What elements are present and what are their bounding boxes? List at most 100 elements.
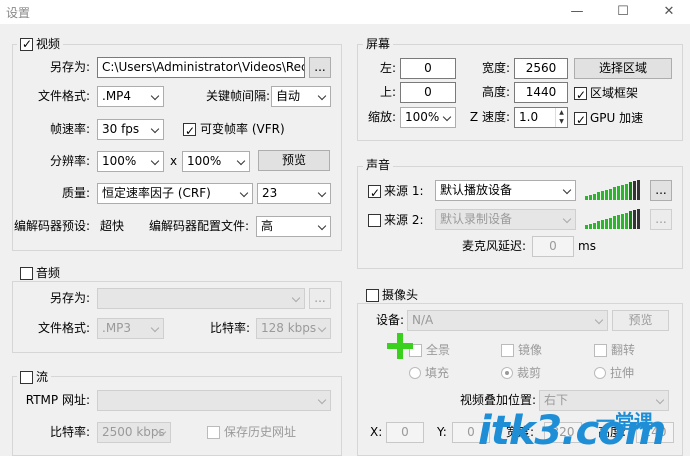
source1-browse-button[interactable]: ... [650, 180, 672, 201]
keyframe-select[interactable]: 自动 [271, 86, 331, 107]
cam-y-label: Y: [437, 425, 447, 439]
crop-radio[interactable] [501, 367, 513, 379]
audio-group-header[interactable]: 音频 [17, 265, 64, 281]
audio-browse-button[interactable]: ... [309, 288, 331, 309]
rtmp-url-select[interactable] [97, 390, 331, 411]
video-group-header[interactable]: 视频 [17, 36, 64, 52]
level-bar [629, 182, 632, 200]
audio-bitrate-select[interactable]: 128 kbps [256, 318, 331, 339]
gpu-label: GPU 加速 [590, 111, 644, 125]
gpu-checkbox[interactable] [574, 110, 587, 130]
source1-checkbox[interactable] [368, 183, 381, 203]
level-bar [597, 221, 600, 229]
z-speed-spinner[interactable]: 1.0 ▲ ▼ [514, 107, 568, 128]
width-label: 宽度: [481, 61, 510, 75]
stream-bitrate-label: 比特率: [49, 425, 90, 439]
camera-preview-button[interactable]: 预览 [612, 310, 669, 331]
select-area-button[interactable]: 选择区域 [574, 58, 672, 79]
level-bar [617, 215, 620, 229]
fill-label: 填充 [425, 366, 450, 380]
level-bar [621, 185, 624, 200]
level-bar [613, 216, 616, 229]
fill-radio[interactable] [409, 367, 421, 379]
fill-option[interactable]: 填充 [409, 363, 449, 383]
audio-enable-checkbox[interactable] [20, 266, 33, 280]
camera-group-header[interactable]: 摄像头 [363, 287, 422, 303]
minimize-button[interactable]: — [566, 2, 588, 22]
stream-group-title: 流 [36, 370, 49, 384]
camera-enable-checkbox[interactable] [366, 288, 379, 302]
level-bar [637, 180, 640, 200]
save-history-checkbox[interactable] [207, 425, 220, 439]
save-history-option[interactable]: 保存历史网址 [207, 422, 296, 442]
height-field[interactable]: 1440 [514, 82, 568, 103]
audio-format-label: 文件格式: [37, 321, 90, 335]
scale-select[interactable]: 100% [400, 107, 456, 128]
fps-select[interactable]: 30 fps [97, 119, 164, 140]
video-browse-button[interactable]: ... [309, 57, 331, 78]
mic-delay-unit: ms [578, 239, 596, 253]
spinner-arrows-icon[interactable]: ▲ ▼ [555, 108, 567, 127]
video-save-path-field[interactable]: C:\Users\Administrator\Videos\Rec <nu [97, 57, 305, 78]
crop-option[interactable]: 裁剪 [501, 363, 541, 383]
flip-option[interactable]: 翻转 [594, 340, 635, 360]
audio-save-as-label: 另存为: [49, 291, 90, 305]
audio-bitrate-label: 比特率: [209, 321, 250, 335]
source2-label: 来源 2: [384, 213, 424, 227]
mirror-checkbox[interactable] [501, 343, 514, 357]
cam-x-label: X: [370, 425, 383, 439]
source2-checkbox[interactable] [368, 213, 381, 227]
codec-profile-select[interactable]: 高 [256, 216, 331, 237]
quality-select[interactable]: 恒定速率因子 (CRF) [97, 183, 253, 204]
close-button[interactable]: ✕ [658, 2, 680, 22]
frame-option[interactable]: 区域框架 [574, 83, 638, 105]
source2-browse-button[interactable]: ... [650, 209, 672, 230]
resolution-width-select[interactable]: 100% [97, 151, 164, 172]
flip-checkbox[interactable] [594, 343, 607, 357]
stream-enable-checkbox[interactable] [20, 370, 33, 384]
mirror-option[interactable]: 镜像 [501, 340, 542, 360]
source2-option[interactable]: 来源 2: [368, 210, 424, 230]
crf-select[interactable]: 23 [257, 183, 331, 204]
left-field[interactable]: 0 [400, 58, 456, 79]
watermark-side-text: 一堂课 [596, 411, 654, 433]
width-field[interactable]: 2560 [514, 58, 568, 79]
mic-delay-field[interactable]: 0 [532, 236, 574, 257]
stream-bitrate-select[interactable]: 2500 kbps [97, 422, 171, 443]
vfr-option[interactable]: 可变帧率 (VFR) [183, 119, 285, 141]
source2-select[interactable]: 默认录制设备 [435, 209, 576, 230]
level-bar [585, 225, 588, 229]
fullscreen-option[interactable]: 全景 [409, 340, 450, 360]
rtmp-label: RTMP 网址: [25, 393, 90, 407]
codec-profile-label: 编解码器配置文件: [149, 219, 250, 233]
mic-delay-label: 麦克风延迟: [461, 239, 526, 253]
vfr-checkbox[interactable] [183, 121, 196, 141]
frame-checkbox[interactable] [574, 85, 587, 105]
gpu-option[interactable]: GPU 加速 [574, 108, 644, 130]
source1-option[interactable]: 来源 1: [368, 181, 424, 203]
resolution-x: x [170, 154, 178, 168]
video-format-select[interactable]: .MP4 [97, 86, 164, 107]
cam-x-field[interactable]: 0 [386, 422, 424, 443]
audio-save-path-select[interactable] [97, 288, 305, 309]
resolution-height-select[interactable]: 100% [182, 151, 250, 172]
top-field[interactable]: 0 [400, 82, 456, 103]
stream-group-header[interactable]: 流 [17, 369, 52, 385]
z-speed-label: Z 速度: [469, 110, 510, 124]
level-bar [601, 191, 604, 200]
source1-label: 来源 1: [384, 184, 424, 198]
keyframe-label: 关键帧间隔: [205, 89, 270, 103]
stretch-option[interactable]: 拉伸 [594, 363, 634, 383]
device-label: 设备: [376, 313, 405, 327]
source1-level-meter [585, 180, 640, 200]
device-select[interactable]: N/A [407, 310, 608, 331]
stretch-radio[interactable] [594, 367, 606, 379]
z-speed-value: 1.0 [519, 110, 539, 124]
maximize-button[interactable]: ☐ [612, 2, 634, 22]
video-preview-button[interactable]: 预览 [258, 150, 330, 171]
video-enable-checkbox[interactable] [20, 36, 33, 52]
codec-preset-value[interactable]: 超快 [100, 216, 124, 236]
source2-level-meter [585, 209, 640, 229]
source1-select[interactable]: 默认播放设备 [435, 180, 576, 201]
audio-format-select[interactable]: .MP3 [97, 318, 164, 339]
